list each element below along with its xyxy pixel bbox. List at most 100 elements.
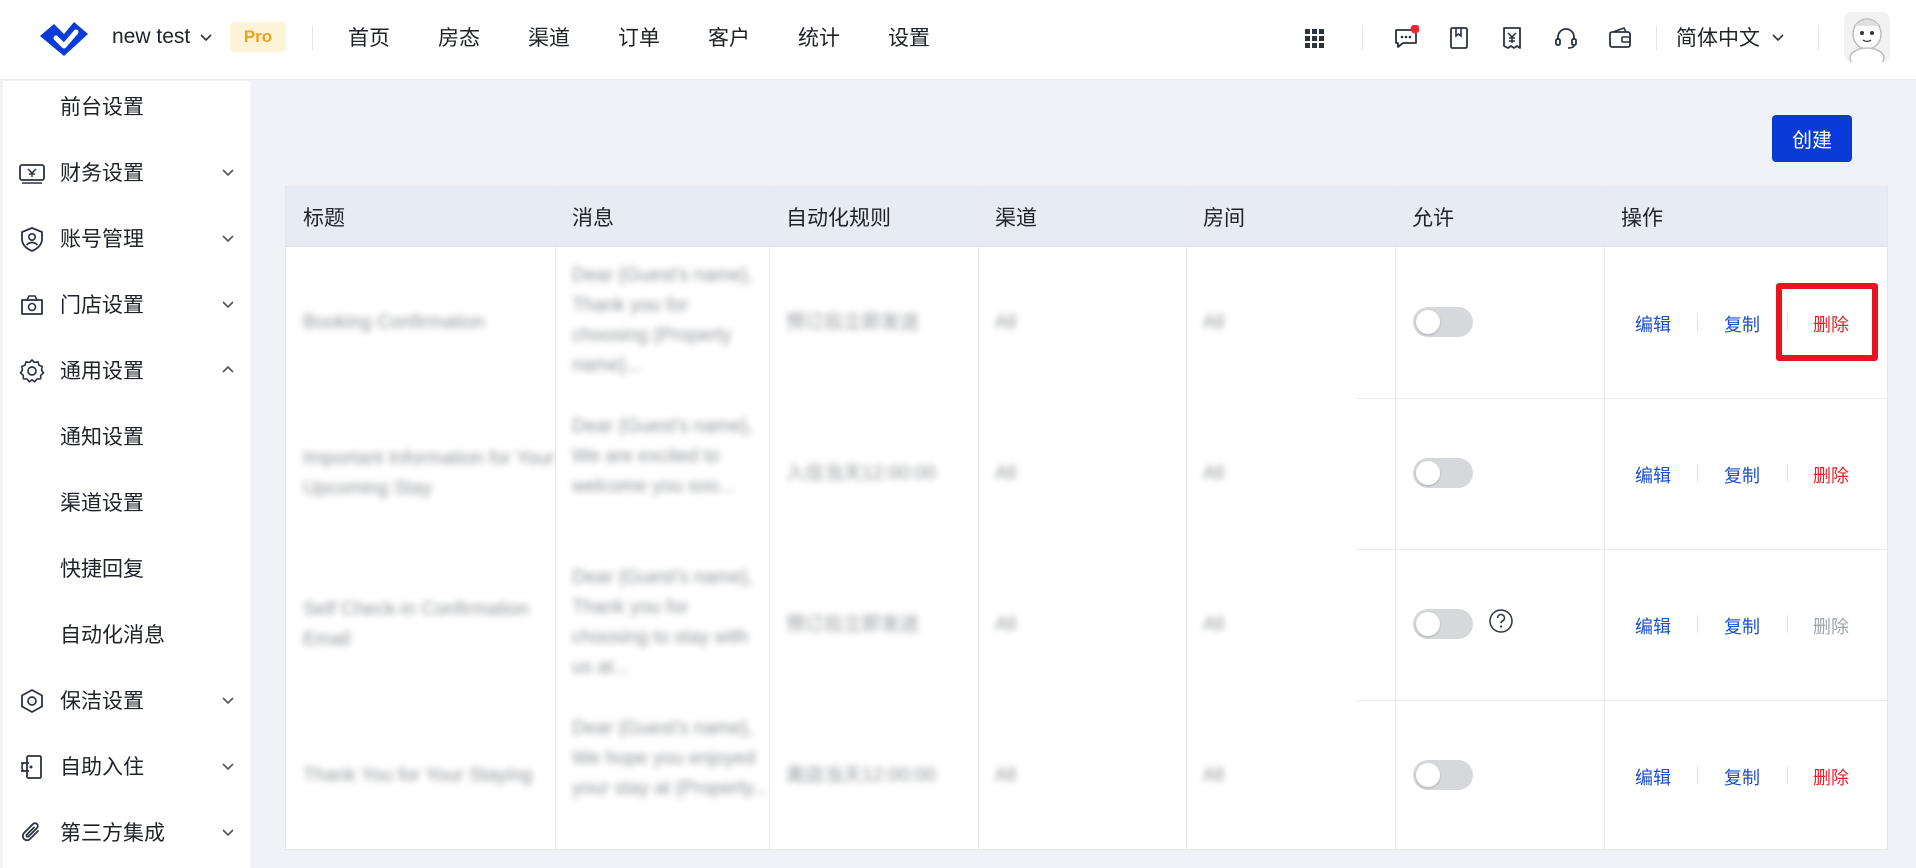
- copy-link[interactable]: 复制: [1724, 764, 1760, 790]
- help-icon[interactable]: [1488, 608, 1514, 634]
- column-header-channel: 渠道: [995, 207, 1037, 230]
- cell-channel: All: [995, 311, 1017, 333]
- chevron-down-icon: [222, 169, 234, 177]
- divider: [312, 26, 313, 50]
- delete-link[interactable]: 删除: [1813, 462, 1849, 488]
- apps-grid-icon[interactable]: [1296, 20, 1332, 56]
- sidebar-item-front-desk[interactable]: 前台设置: [3, 81, 250, 131]
- language-label: 简体中文: [1676, 27, 1760, 50]
- cell-rule: 预订后立即发送: [786, 311, 920, 333]
- sidebar-item-accounts[interactable]: 账号管理: [3, 213, 250, 263]
- chevron-down-icon: [222, 697, 234, 705]
- cell-channel: All: [995, 764, 1017, 786]
- row-divider: [1356, 700, 1887, 701]
- self-checkin-icon: [21, 755, 42, 779]
- cell-room: All: [1203, 613, 1225, 635]
- book-icon[interactable]: [1441, 20, 1477, 56]
- nav-room-status[interactable]: 房态: [438, 22, 528, 52]
- chevron-down-icon: [200, 34, 212, 42]
- nav-settings[interactable]: 设置: [888, 22, 978, 52]
- sidebar-item-label: 渠道设置: [60, 492, 144, 515]
- delete-link[interactable]: 删除: [1813, 311, 1849, 337]
- top-bar: new test Pro 首页 房态 渠道 订单 客户 统计 设置 简体中文: [0, 0, 1916, 80]
- invoice-icon[interactable]: [1494, 20, 1530, 56]
- cell-message: Dear {Guest's name}, We are excited to w…: [572, 416, 754, 497]
- sidebar: 前台设置 财务设置 账号管理 门店设置 通用设置 通知设置 渠道设置 快捷回复 …: [0, 81, 250, 868]
- copy-link[interactable]: 复制: [1724, 613, 1760, 639]
- column-header-enabled: 允许: [1412, 207, 1454, 230]
- action-divider: [1697, 615, 1698, 633]
- nav-statistics[interactable]: 统计: [798, 22, 888, 52]
- column-header-room: 房间: [1203, 207, 1245, 230]
- cell-room: All: [1203, 462, 1225, 484]
- sidebar-item-store[interactable]: 门店设置: [3, 279, 250, 329]
- auto-message-table: 标题 消息 自动化规则 渠道 房间 允许 操作 Booking Confirma…: [285, 186, 1888, 850]
- action-divider: [1697, 464, 1698, 482]
- action-divider: [1697, 766, 1698, 784]
- sidebar-item-quick-reply[interactable]: 快捷回复: [3, 543, 250, 593]
- nav-orders[interactable]: 订单: [618, 22, 708, 52]
- enable-toggle[interactable]: [1413, 458, 1473, 488]
- cell-title: Important Information for Your Upcoming …: [303, 447, 555, 499]
- cell-title: Thank You for Your Staying: [303, 764, 533, 786]
- chevron-up-icon: [222, 365, 234, 373]
- app-logo[interactable]: [36, 14, 92, 60]
- nav-home[interactable]: 首页: [348, 22, 438, 52]
- headset-icon[interactable]: [1548, 20, 1584, 56]
- sidebar-item-label: 保洁设置: [60, 690, 144, 713]
- sidebar-item-auto-messages[interactable]: 自动化消息: [3, 609, 250, 659]
- store-icon: [21, 295, 43, 315]
- edit-link[interactable]: 编辑: [1635, 613, 1671, 639]
- delete-link[interactable]: 删除: [1813, 764, 1849, 790]
- sidebar-item-label: 通用设置: [60, 360, 144, 383]
- cell-message: Dear {Guest's name}, We hope you enjoyed…: [572, 718, 769, 799]
- sidebar-item-channel-settings[interactable]: 渠道设置: [3, 477, 250, 527]
- divider: [1656, 26, 1657, 50]
- edit-link[interactable]: 编辑: [1635, 311, 1671, 337]
- pro-badge: Pro: [230, 22, 286, 52]
- nav-channels[interactable]: 渠道: [528, 22, 618, 52]
- sidebar-item-cleaning[interactable]: 保洁设置: [3, 675, 250, 725]
- cell-rule: 入住当天12:00:00: [786, 462, 936, 484]
- sidebar-item-notifications[interactable]: 通知设置: [3, 411, 250, 461]
- paperclip-icon: [21, 822, 39, 842]
- wallet-icon[interactable]: [1602, 20, 1638, 56]
- row-divider: [1356, 549, 1887, 550]
- sidebar-item-label: 自助入住: [60, 756, 144, 779]
- divider: [1362, 26, 1363, 50]
- action-divider: [1787, 464, 1788, 482]
- edit-link[interactable]: 编辑: [1635, 764, 1671, 790]
- avatar-image: [1844, 12, 1890, 62]
- action-divider: [1787, 766, 1788, 784]
- user-avatar[interactable]: [1844, 12, 1890, 62]
- chevron-down-icon: [222, 235, 234, 243]
- sidebar-item-self-checkin[interactable]: 自助入住: [3, 741, 250, 791]
- row-divider: [1356, 398, 1887, 399]
- nav-customers[interactable]: 客户: [708, 22, 798, 52]
- column-header-rule: 自动化规则: [786, 207, 891, 230]
- enable-toggle[interactable]: [1413, 307, 1473, 337]
- enable-toggle[interactable]: [1413, 609, 1473, 639]
- sidebar-item-label: 账号管理: [60, 228, 144, 251]
- message-icon[interactable]: [1388, 20, 1424, 56]
- copy-link[interactable]: 复制: [1724, 311, 1760, 337]
- chevron-down-icon: [1772, 34, 1784, 42]
- sidebar-item-finance[interactable]: 财务设置: [3, 147, 250, 197]
- sidebar-item-label: 门店设置: [60, 294, 144, 317]
- project-selector[interactable]: new test: [112, 22, 214, 52]
- copy-link[interactable]: 复制: [1724, 462, 1760, 488]
- column-header-message: 消息: [572, 207, 614, 230]
- sidebar-item-general[interactable]: 通用设置: [3, 345, 250, 395]
- edit-link[interactable]: 编辑: [1635, 462, 1671, 488]
- language-selector[interactable]: 简体中文: [1676, 22, 1786, 52]
- create-button[interactable]: 创建: [1772, 115, 1852, 162]
- gear-icon: [19, 359, 45, 383]
- column-header-actions: 操作: [1621, 207, 1663, 230]
- chevron-down-icon: [222, 763, 234, 771]
- cell-message: Dear {Guest's name}, Thank you for choos…: [572, 265, 754, 376]
- enable-toggle[interactable]: [1413, 760, 1473, 790]
- sidebar-item-integrations[interactable]: 第三方集成: [3, 807, 250, 857]
- account-icon: [21, 227, 43, 252]
- cell-rule: 预订后立即发送: [786, 613, 920, 635]
- sidebar-item-label: 快捷回复: [60, 558, 144, 581]
